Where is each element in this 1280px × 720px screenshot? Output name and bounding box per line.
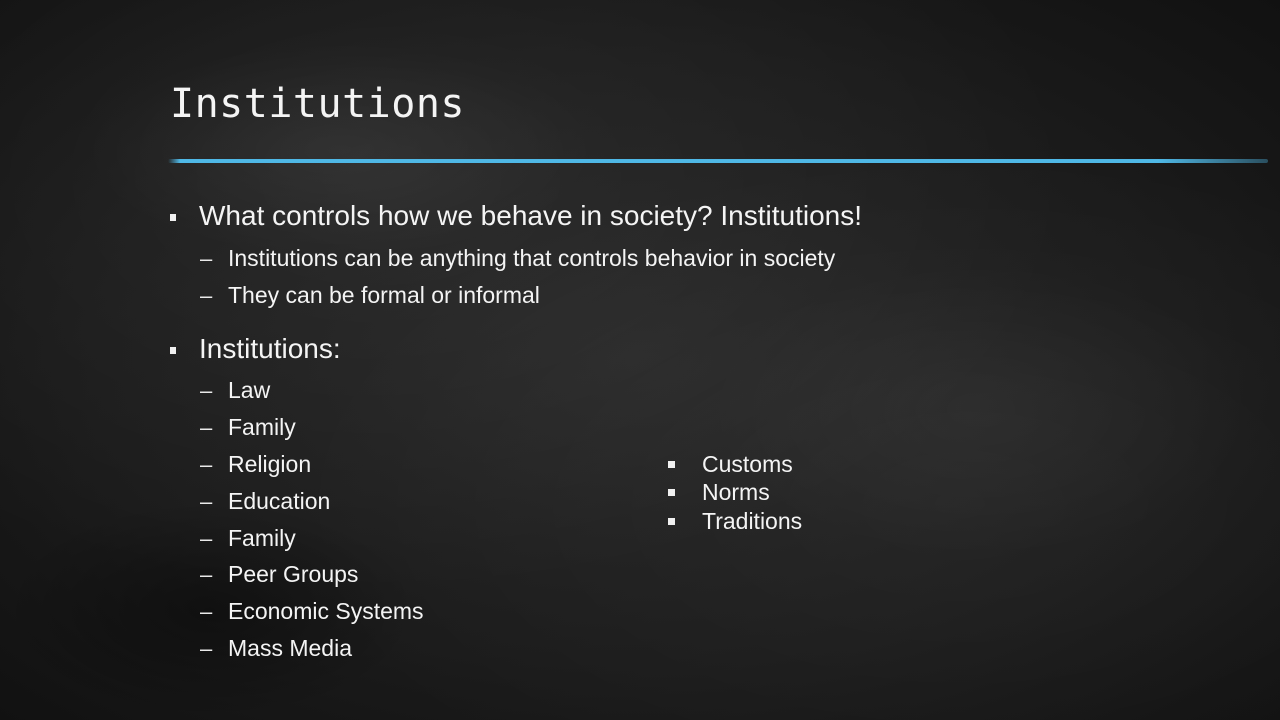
dash-bullet-icon: –: [200, 377, 213, 403]
side-list: Customs Norms Traditions: [668, 450, 802, 536]
sub-bullet-item: – Religion: [200, 451, 311, 478]
square-bullet-icon: [170, 346, 176, 354]
sub-bullet-item: – Economic Systems: [200, 598, 424, 625]
dash-bullet-icon: –: [200, 598, 213, 624]
side-list-item: Customs: [668, 450, 802, 479]
sub-bullet-item: – Family: [200, 414, 296, 441]
square-bullet-icon: [668, 489, 675, 497]
sub-bullet-text: Family: [228, 414, 296, 440]
side-list-item: Norms: [668, 479, 802, 508]
dash-bullet-icon: –: [200, 245, 213, 271]
sub-bullet-text: Mass Media: [228, 635, 352, 661]
dash-bullet-icon: –: [200, 525, 213, 551]
sub-bullet-item: – Family: [200, 525, 296, 552]
dash-bullet-icon: –: [200, 488, 213, 514]
sub-bullet-text: Economic Systems: [228, 598, 424, 624]
sub-bullet-item: – Institutions can be anything that cont…: [200, 245, 835, 272]
side-list-text: Norms: [702, 479, 770, 506]
square-bullet-icon: [170, 213, 176, 221]
sub-bullet-text: Family: [228, 525, 296, 551]
slide-title: Institutions: [170, 81, 465, 127]
dash-bullet-icon: –: [200, 282, 213, 308]
sub-bullet-text: Peer Groups: [228, 561, 359, 587]
sub-bullet-text: Education: [228, 488, 331, 514]
dash-bullet-icon: –: [200, 635, 213, 661]
title-underline: [168, 159, 1268, 163]
sub-bullet-item: – Peer Groups: [200, 561, 358, 588]
sub-bullet-item: – Education: [200, 488, 330, 515]
sub-bullet-item: – Law: [200, 377, 270, 404]
bullet-item: Institutions:: [170, 333, 341, 365]
sub-bullet-text: Law: [228, 377, 271, 403]
side-list-text: Customs: [702, 450, 793, 477]
square-bullet-icon: [668, 460, 675, 468]
bullet-text: Institutions:: [199, 333, 341, 364]
bullet-text: What controls how we behave in society? …: [199, 200, 863, 231]
slide: Institutions What controls how we behave…: [0, 0, 1280, 720]
sub-bullet-item: – Mass Media: [200, 635, 352, 662]
sub-bullet-text: Institutions can be anything that contro…: [228, 245, 836, 271]
sub-bullet-item: – They can be formal or informal: [200, 282, 540, 309]
sub-bullet-text: They can be formal or informal: [228, 282, 540, 308]
dash-bullet-icon: –: [200, 451, 213, 477]
sub-bullet-text: Religion: [228, 451, 312, 477]
square-bullet-icon: [668, 517, 675, 525]
side-list-item: Traditions: [668, 507, 802, 536]
bullet-item: What controls how we behave in society? …: [170, 200, 862, 232]
dash-bullet-icon: –: [200, 561, 213, 587]
dash-bullet-icon: –: [200, 414, 213, 440]
side-list-text: Traditions: [702, 507, 803, 534]
